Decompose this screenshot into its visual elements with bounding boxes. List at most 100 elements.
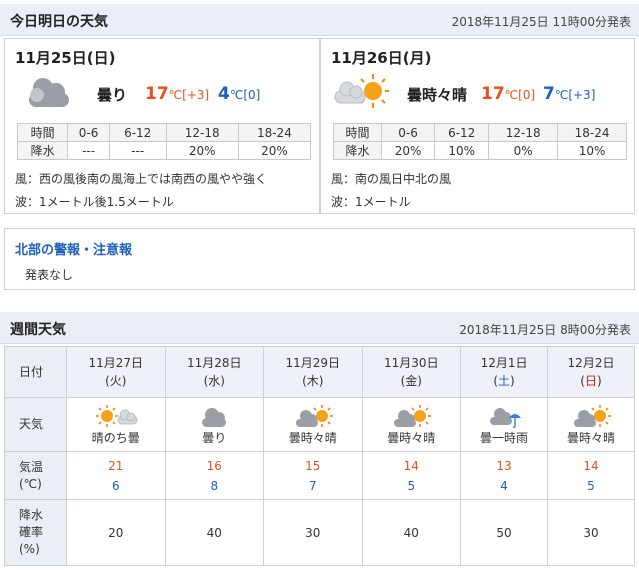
low-temp: 4℃[0]	[218, 84, 261, 104]
wave-text: 波：1メートル	[331, 195, 411, 209]
week-dow: (水)	[203, 374, 225, 388]
week-dow: (日)	[580, 374, 602, 388]
rain-value: 0%	[488, 141, 559, 160]
week-dow: (金)	[400, 374, 422, 388]
time-label: 時間	[333, 123, 382, 142]
week-low: 5	[587, 478, 595, 493]
row-label-date: 日付	[4, 346, 67, 398]
week-weather-cell: 曇時々晴	[547, 397, 635, 452]
week-high: 15	[305, 458, 321, 473]
week-low: 5	[407, 478, 416, 493]
rain-value: ---	[67, 141, 110, 160]
week-date: 12月1日	[480, 356, 528, 370]
week-weather-text: 曇り	[202, 430, 227, 445]
time-slot: 18-24	[237, 123, 312, 142]
cloudy-sunny-icon	[295, 404, 333, 427]
week-low: 7	[308, 478, 317, 493]
week-temp-cell: 13 4	[460, 451, 548, 500]
week-high: 13	[496, 458, 512, 473]
rain-probability-table: 時間 0-6 6-12 12-18 18-24 降水 --- --- 20% 2…	[16, 123, 312, 160]
week-date: 12月2日	[567, 356, 615, 370]
time-slot: 12-18	[165, 123, 239, 142]
week-pop: 20	[66, 499, 166, 566]
weather-text: 曇時々晴	[407, 86, 468, 104]
cloudy-rain-icon	[490, 407, 522, 428]
rain-value: 20%	[237, 141, 312, 160]
day-forecast-1: 11月25日(日) 曇り 17℃[+3] 4℃[0] 時間 0-6 6-12 1…	[4, 38, 320, 214]
week-date-cell: 11月27日 (火)	[66, 346, 166, 398]
weekly-table: 日付 11月27日 (火) 11月28日 (水) 11月29日 (木) 11月30日 (…	[4, 346, 635, 566]
high-temp: 17℃[+3]	[145, 84, 210, 104]
week-date: 11月27日	[88, 356, 144, 370]
week-date-cell: 11月29日 (木)	[263, 346, 363, 398]
sunday-char: 日	[584, 374, 597, 388]
week-date: 11月30日	[384, 356, 439, 370]
week-date-cell: 11月30日 (金)	[361, 346, 462, 398]
sunny-then-cloudy-icon	[95, 404, 138, 427]
cloudy-icon	[202, 407, 227, 427]
today-header: 今日明日の天気 2018年11月25日 11時00分発表	[0, 4, 639, 36]
week-date: 11月28日	[187, 356, 242, 370]
row-label-temp: 気温 (℃)	[4, 451, 67, 500]
week-dow: (火)	[105, 374, 127, 388]
cloudy-sunny-icon	[574, 404, 611, 427]
week-temp-cell: 15 7	[263, 451, 363, 500]
rain-value: 10%	[434, 141, 490, 160]
saturday-char: 土	[498, 374, 511, 388]
weekly-issued-date: 2018年11月25日 8時00分発表	[459, 323, 631, 337]
today-title: 今日明日の天気	[10, 14, 108, 30]
week-high: 21	[108, 458, 124, 473]
wave-text: 波：1メートル後1.5メートル	[15, 195, 174, 209]
wind-text: 風：西の風後南の風海上では南西の風やや強く	[15, 172, 268, 186]
time-slot: 0-6	[67, 123, 110, 142]
rain-value: ---	[108, 141, 167, 160]
time-slot: 6-12	[434, 123, 490, 142]
time-slot: 18-24	[557, 123, 627, 142]
time-slot: 6-12	[108, 123, 167, 142]
warning-link[interactable]: 北部の警報・注意報	[15, 239, 132, 258]
week-weather-text: 曇時々晴	[387, 430, 436, 445]
week-high: 16	[206, 458, 222, 473]
week-weather-cell: 曇時々晴	[361, 397, 462, 452]
week-low: 4	[500, 478, 508, 493]
cloudy-sunny-icon	[394, 404, 432, 427]
week-low: 6	[111, 478, 120, 493]
rain-value: 20%	[165, 141, 239, 160]
warning-status: 発表なし	[25, 268, 74, 282]
wind-text: 風：南の風日中北の風	[331, 172, 452, 186]
cloudy-sunny-icon	[334, 74, 389, 108]
week-dow: (土)	[493, 374, 515, 388]
week-pop: 30	[263, 499, 363, 566]
day-date: 11月25日(日)	[15, 49, 116, 67]
row-label-pop: 降水 確率 (%)	[4, 499, 67, 566]
week-weather-cell: 曇り	[164, 397, 265, 452]
week-high: 14	[403, 458, 419, 473]
week-date-cell: 12月1日 (土)	[460, 346, 548, 398]
week-temp-cell: 14 5	[547, 451, 635, 500]
week-weather-cell: 曇時々晴	[263, 397, 363, 452]
week-weather-text: 晴のち曇	[91, 430, 140, 445]
day-forecast-2: 11月26日(月) 曇時々晴 17℃[0] 7℃[+3] 時間 0-6 6-12…	[320, 38, 635, 214]
week-weather-text: 曇一時雨	[480, 430, 529, 445]
day-date: 11月26日(月)	[331, 49, 432, 67]
week-weather-text: 曇時々晴	[288, 430, 337, 445]
rain-probability-table: 時間 0-6 6-12 12-18 18-24 降水 20% 10% 0% 10…	[333, 123, 627, 160]
today-issued-date: 2018年11月25日 11時00分発表	[451, 15, 631, 29]
week-high: 14	[583, 458, 599, 473]
time-slot: 12-18	[488, 123, 559, 142]
row-label-weather: 天気	[4, 397, 67, 452]
rain-value: 10%	[557, 141, 627, 160]
week-weather-cell: 晴のち曇	[66, 397, 166, 452]
time-label: 時間	[16, 123, 69, 142]
week-weather-text: 曇時々晴	[566, 430, 615, 445]
rain-label: 降水	[16, 141, 69, 160]
warning-box: 北部の警報・注意報 発表なし	[4, 228, 635, 290]
week-date: 11月29日	[285, 356, 341, 370]
rain-value: 20%	[380, 141, 436, 160]
week-pop: 40	[164, 499, 265, 566]
week-temp-cell: 21 6	[66, 451, 166, 500]
week-low: 8	[210, 478, 219, 493]
high-temp: 17℃[0]	[481, 84, 536, 104]
weather-text: 曇り	[97, 86, 128, 104]
week-date-cell: 11月28日 (水)	[164, 346, 265, 398]
